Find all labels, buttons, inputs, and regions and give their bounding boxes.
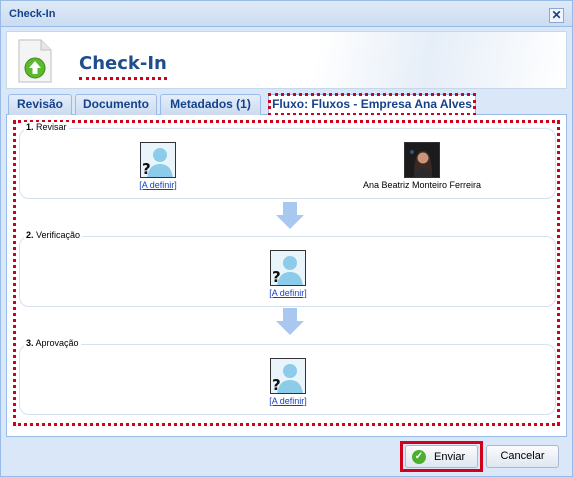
assignee-undefined: ? [A definir] [250, 250, 326, 298]
assignee-user: Ana Beatriz Monteiro Ferreira [347, 142, 497, 190]
assignee-link[interactable]: [A definir] [120, 180, 196, 190]
stage-name: Verificação [36, 230, 81, 240]
stage-label: 3. Aprovação [24, 338, 81, 348]
cancel-button[interactable]: Cancelar [486, 445, 559, 468]
user-placeholder-icon: ? [140, 142, 176, 178]
upload-document-icon [18, 39, 52, 83]
tab-metadados[interactable]: Metadados (1) [160, 94, 261, 115]
tab-revisao[interactable]: Revisão [8, 94, 72, 115]
tab-fluxo[interactable]: Fluxo: Fluxos - Empresa Ana Alves [268, 94, 476, 116]
page-title-text: Check-In [79, 53, 167, 74]
title-highlight [79, 77, 167, 80]
stage-revisar: 1. Revisar ? [A definir] Ana Beatriz Mon… [19, 122, 556, 199]
assignee-link[interactable]: [A definir] [250, 396, 326, 406]
stage-verificacao: 2. Verificação ? [A definir] [19, 230, 556, 307]
dialog-title: Check-In [9, 8, 56, 20]
assignee-link[interactable]: [A definir] [250, 288, 326, 298]
arrow-down-icon [276, 202, 304, 229]
stage-aprovacao: 3. Aprovação ? [A definir] [19, 338, 556, 415]
dialog-titlebar[interactable]: Check-In ✕ [1, 1, 572, 27]
assignee-undefined: ? [A definir] [120, 142, 196, 190]
close-button[interactable]: ✕ [549, 8, 564, 23]
stage-name: Revisar [36, 122, 67, 132]
checkin-dialog: Check-In ✕ Check-In Revisão Documento Me… [0, 0, 573, 477]
stage-name: Aprovação [35, 338, 79, 348]
page-title: Check-In [79, 53, 167, 80]
assignee-name: Ana Beatriz Monteiro Ferreira [362, 180, 482, 190]
dialog-header: Check-In [6, 31, 567, 89]
user-placeholder-icon: ? [270, 250, 306, 286]
checkmark-icon: ✓ [412, 450, 426, 464]
stage-number: 3. [26, 338, 34, 348]
assignee-undefined: ? [A definir] [250, 358, 326, 406]
send-button[interactable]: ✓ Enviar [405, 445, 478, 468]
tab-documento[interactable]: Documento [75, 94, 157, 115]
tab-bar: Revisão Documento Metadados (1) Fluxo: F… [6, 93, 567, 116]
stage-label: 1. Revisar [24, 122, 69, 132]
user-avatar [404, 142, 440, 178]
send-button-label: Enviar [434, 451, 466, 463]
arrow-down-icon [276, 308, 304, 335]
stage-number: 1. [26, 122, 34, 132]
stage-label: 2. Verificação [24, 230, 83, 240]
workflow-panel: 1. Revisar ? [A definir] Ana Beatriz Mon… [6, 115, 567, 437]
user-placeholder-icon: ? [270, 358, 306, 394]
stage-number: 2. [26, 230, 34, 240]
dialog-footer: ✓ Enviar Cancelar [1, 438, 572, 476]
